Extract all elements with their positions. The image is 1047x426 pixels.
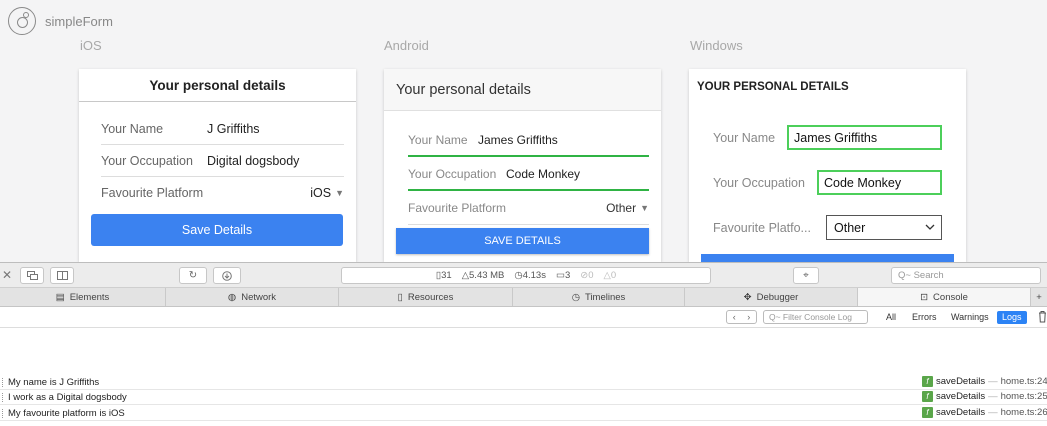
chevron-right-icon[interactable]: › xyxy=(747,312,750,322)
function-icon: f xyxy=(922,376,933,387)
platform-label: Favourite Platform xyxy=(408,201,507,215)
app-title: simpleForm xyxy=(45,13,113,29)
log-source[interactable]: f saveDetails — home.ts:26 xyxy=(922,407,1047,418)
occupation-value[interactable]: Digital dogsbody xyxy=(207,154,299,168)
name-label: Your Name xyxy=(101,121,164,136)
occupation-label: Your Occupation xyxy=(101,153,193,168)
resources-icon: ▯ xyxy=(397,291,403,303)
filter-console-input[interactable]: Q~ Filter Console Log xyxy=(763,310,868,324)
android-platform-select[interactable]: Favourite Platform Other ▼ xyxy=(408,192,649,225)
search-input[interactable]: Q~ Search xyxy=(891,267,1041,284)
caret-down-icon: ▼ xyxy=(335,188,344,198)
level-all[interactable]: All xyxy=(886,311,896,324)
android-form-title: Your personal details xyxy=(384,69,661,111)
trash-icon[interactable] xyxy=(1038,310,1047,323)
android-save-button[interactable]: SAVE DETAILS xyxy=(396,228,649,254)
split-icon[interactable] xyxy=(50,267,74,284)
level-warnings[interactable]: Warnings xyxy=(951,311,989,324)
platform-label: Favourite Platfo... xyxy=(713,221,811,235)
crosshair-icon[interactable]: ⌖ xyxy=(793,267,819,284)
android-occupation-field[interactable]: Your Occupation Code Monkey xyxy=(408,158,649,191)
chevron-left-icon[interactable]: ‹ xyxy=(733,312,736,322)
log-count: ▭3 xyxy=(555,270,571,281)
occupation-label: Your Occupation xyxy=(408,166,497,181)
windows-form-card: YOUR PERSONAL DETAILS Your Name James Gr… xyxy=(689,69,966,262)
reload-icon[interactable]: ↻ xyxy=(179,267,207,284)
caret-down-icon: ▼ xyxy=(640,203,649,213)
dock-icon[interactable] xyxy=(20,267,44,284)
ios-form-card: Your personal details Your Name J Griffi… xyxy=(79,69,356,262)
ios-save-button[interactable]: Save Details xyxy=(91,214,343,246)
ios-platform-select[interactable]: Favourite Platform iOS ▼ xyxy=(101,177,344,209)
tab-timelines[interactable]: ◷ Timelines xyxy=(513,288,685,306)
platform-value: Other xyxy=(834,220,866,235)
debugger-icon: ✥ xyxy=(743,291,752,303)
occupation-value[interactable]: Code Monkey xyxy=(506,167,580,181)
add-tab-button[interactable]: + xyxy=(1031,288,1047,306)
timelines-icon: ◷ xyxy=(571,291,580,303)
platform-label-android: Android xyxy=(384,38,429,53)
log-source[interactable]: f saveDetails — home.ts:25 xyxy=(922,391,1047,402)
windows-save-button[interactable] xyxy=(701,254,954,262)
platform-value: iOS xyxy=(310,186,332,200)
download-icon[interactable] xyxy=(213,267,241,284)
ios-name-field[interactable]: Your Name J Griffiths xyxy=(101,113,344,145)
android-name-field[interactable]: Your Name James Griffiths xyxy=(408,124,649,157)
windows-platform-select[interactable]: Other xyxy=(826,215,942,240)
tab-debugger[interactable]: ✥ Debugger xyxy=(685,288,858,306)
resources-count: ▯31 xyxy=(435,270,452,281)
warning-count: △0 xyxy=(603,270,617,281)
inspector-toolbar: ✕ ↻ ▯31 △5.43 MB ◷4.13s ▭3 ⊘0 △0 ⌖ Q~ Se… xyxy=(0,262,1047,288)
windows-platform-row: Favourite Platfo... xyxy=(713,215,811,241)
function-icon: f xyxy=(922,407,933,418)
name-label: Your Name xyxy=(713,131,776,145)
activity-viewer: ▯31 △5.43 MB ◷4.13s ▭3 ⊘0 △0 xyxy=(341,267,711,284)
web-inspector: ✕ ↻ ▯31 △5.43 MB ◷4.13s ▭3 ⊘0 △0 ⌖ Q~ Se… xyxy=(0,262,1047,426)
windows-occupation-row: Your Occupation xyxy=(713,170,805,196)
log-source[interactable]: f saveDetails — home.ts:24 xyxy=(922,376,1047,387)
close-icon[interactable]: ✕ xyxy=(2,268,12,282)
ios-form-title: Your personal details xyxy=(79,69,356,102)
platform-value: Other xyxy=(606,201,637,215)
app-header: simpleForm xyxy=(8,6,113,36)
navigation-arrows[interactable]: ‹ › xyxy=(726,310,757,324)
console-log-line: I work as a Digital dogsbody f saveDetai… xyxy=(0,390,1047,405)
android-form-card: Your personal details Your Name James Gr… xyxy=(384,69,661,262)
windows-name-input[interactable]: James Griffiths xyxy=(787,125,942,150)
windows-form-title: YOUR PERSONAL DETAILS xyxy=(697,81,849,93)
windows-name-row: Your Name xyxy=(713,125,775,151)
function-icon: f xyxy=(922,391,933,402)
platform-label-windows: Windows xyxy=(690,38,743,53)
level-errors[interactable]: Errors xyxy=(912,311,937,324)
flask-logo-icon xyxy=(8,7,36,35)
tab-network[interactable]: ◍ Network xyxy=(166,288,339,306)
log-message: I work as a Digital dogsbody xyxy=(8,392,127,403)
load-time: ◷4.13s xyxy=(514,270,546,281)
tab-console[interactable]: ⊡ Console xyxy=(858,288,1031,306)
network-icon: ◍ xyxy=(227,291,237,303)
occupation-label: Your Occupation xyxy=(713,176,805,190)
resources-size: △5.43 MB xyxy=(461,270,505,281)
elements-icon: ▤ xyxy=(55,291,65,303)
console-log-line: My name is J Griffiths f saveDetails — h… xyxy=(0,375,1047,390)
log-message: My name is J Griffiths xyxy=(8,377,100,388)
name-value[interactable]: James Griffiths xyxy=(478,133,558,147)
tab-elements[interactable]: ▤ Elements xyxy=(0,288,166,306)
inspector-tabs: ▤ Elements ◍ Network ▯ Resources ◷ Timelines… xyxy=(0,288,1047,307)
tab-resources[interactable]: ▯ Resources xyxy=(339,288,513,306)
name-label: Your Name xyxy=(408,132,468,147)
name-value[interactable]: J Griffiths xyxy=(207,122,260,136)
chevron-down-icon xyxy=(925,224,935,230)
level-logs[interactable]: Logs xyxy=(997,311,1027,324)
error-count: ⊘0 xyxy=(580,270,594,281)
console-filter-bar: ‹ › Q~ Filter Console Log All Errors Warn… xyxy=(0,307,1047,328)
windows-occupation-input[interactable]: Code Monkey xyxy=(817,170,942,195)
console-log-line: My favourite platform is iOS f saveDetai… xyxy=(0,406,1047,421)
log-message: My favourite platform is iOS xyxy=(8,408,125,419)
console-icon: ⊡ xyxy=(920,291,929,303)
ios-occupation-field[interactable]: Your Occupation Digital dogsbody xyxy=(101,145,344,177)
platform-label: Favourite Platform xyxy=(101,186,204,200)
platform-label-ios: iOS xyxy=(80,38,102,53)
